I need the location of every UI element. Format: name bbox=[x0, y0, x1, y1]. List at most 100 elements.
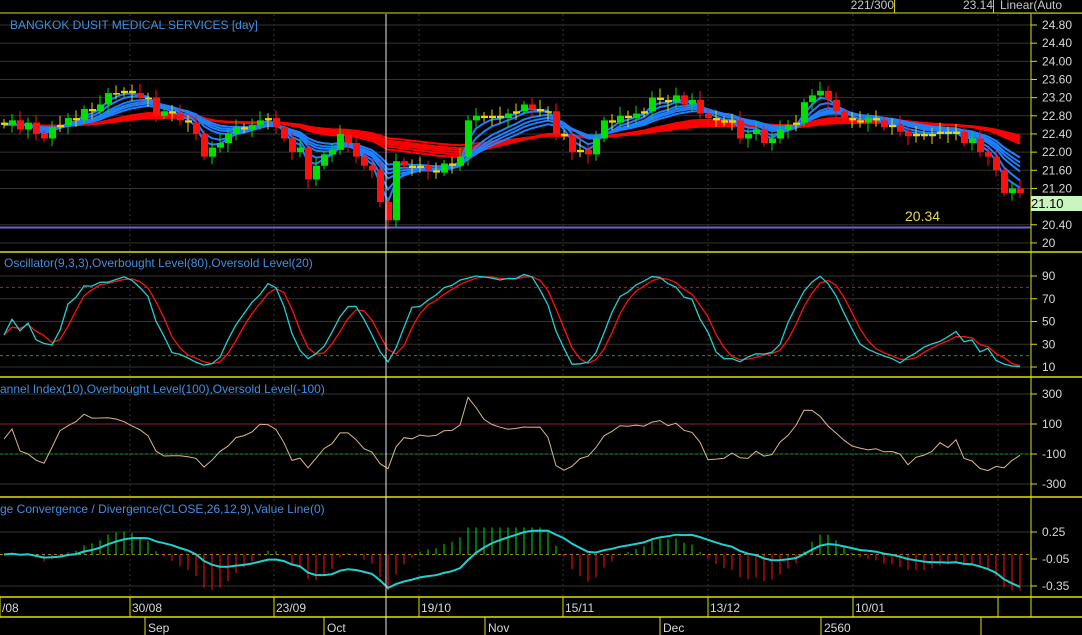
candle-body bbox=[641, 111, 648, 114]
candle-body bbox=[409, 165, 416, 169]
date-label: /08 bbox=[2, 601, 19, 615]
candle-body bbox=[489, 115, 496, 119]
candle-body bbox=[881, 120, 888, 128]
candle-body bbox=[465, 120, 472, 157]
candle-body bbox=[241, 127, 248, 130]
price-tick-label: 23.60 bbox=[1042, 72, 1072, 86]
candle-body bbox=[1, 122, 8, 125]
candle-body bbox=[161, 111, 168, 116]
candle-body bbox=[673, 95, 680, 103]
candle-body bbox=[569, 136, 576, 153]
candle-body bbox=[289, 138, 296, 153]
candle-body bbox=[81, 108, 88, 121]
candle-body bbox=[57, 124, 64, 128]
candle-body bbox=[265, 118, 272, 121]
candle-body bbox=[665, 99, 672, 103]
candle-body bbox=[993, 156, 1000, 171]
stoch-tick-label: 70 bbox=[1042, 292, 1056, 306]
chart-canvas[interactable]: 24.80 24.40 24.00 23.60 23.20 22.80 22.40 22.00… bbox=[0, 0, 1082, 635]
candle-body bbox=[809, 95, 816, 103]
candle-body bbox=[833, 99, 840, 112]
candle-body bbox=[753, 129, 760, 134]
date-label: 13/12 bbox=[710, 601, 740, 615]
macd-panel-title: ge Convergence / Divergence(CLOSE,26,12,… bbox=[0, 502, 325, 516]
candle-body bbox=[329, 149, 336, 155]
stoch-tick-label: 30 bbox=[1042, 337, 1056, 351]
price-tick-label: 21.20 bbox=[1042, 181, 1072, 195]
candle-body bbox=[625, 115, 632, 119]
candle-body bbox=[425, 165, 432, 171]
date-label: 19/10 bbox=[421, 601, 451, 615]
candle-body bbox=[185, 120, 192, 123]
candle-body bbox=[985, 152, 992, 157]
candle-body bbox=[321, 154, 328, 166]
candle-body bbox=[153, 97, 160, 116]
price-tick-label: 23.20 bbox=[1042, 91, 1072, 105]
stoch-panel-title: Oscillator(9,3,3),Overbought Level(80),O… bbox=[4, 256, 313, 270]
candle-body bbox=[921, 133, 928, 137]
candle-body bbox=[761, 129, 768, 144]
candle-body bbox=[969, 138, 976, 144]
candle-body bbox=[249, 124, 256, 130]
date-label: 23/09 bbox=[276, 601, 306, 615]
candle-body bbox=[65, 118, 72, 125]
candle-body bbox=[297, 147, 304, 153]
candle-body bbox=[945, 131, 952, 134]
month-label: Sep bbox=[148, 621, 170, 635]
candle-body bbox=[433, 170, 440, 173]
candle-body bbox=[1017, 188, 1024, 193]
candle-body bbox=[97, 104, 104, 112]
macd-line bbox=[3, 529, 1021, 590]
cci-tick-label: -100 bbox=[1042, 447, 1066, 461]
candle-body bbox=[1009, 188, 1016, 193]
candle-body bbox=[393, 161, 400, 221]
scale-mode-button[interactable]: Linear(Auto bbox=[1000, 0, 1082, 14]
candle-body bbox=[345, 133, 352, 144]
candle-body bbox=[769, 138, 776, 144]
candle-body bbox=[745, 133, 752, 139]
candle-body bbox=[193, 122, 200, 134]
candle-body bbox=[577, 149, 584, 153]
candle-body bbox=[937, 131, 944, 134]
candle-body bbox=[713, 118, 720, 121]
candle-body bbox=[25, 122, 32, 130]
candle-body bbox=[145, 97, 152, 100]
macd-tick-label: -0.05 bbox=[1042, 552, 1070, 566]
date-label: 15/11 bbox=[565, 601, 594, 615]
candle-body bbox=[801, 102, 808, 123]
candle-body bbox=[273, 118, 280, 128]
candle-body bbox=[657, 97, 664, 100]
candle-body bbox=[457, 156, 464, 166]
candle-body bbox=[617, 115, 624, 123]
stoch-k-line bbox=[3, 273, 1021, 368]
candle-body bbox=[817, 90, 824, 96]
candle-body bbox=[897, 124, 904, 132]
candle-body bbox=[497, 115, 504, 119]
candle-body bbox=[89, 108, 96, 112]
month-label: Nov bbox=[488, 621, 509, 635]
candle-body bbox=[777, 129, 784, 139]
candle-body bbox=[513, 111, 520, 114]
cci-tick-label: 100 bbox=[1042, 417, 1062, 431]
candle-body bbox=[361, 156, 368, 166]
candle-body bbox=[313, 165, 320, 180]
candle-body bbox=[169, 111, 176, 114]
candle-body bbox=[689, 99, 696, 105]
candle-body bbox=[737, 120, 744, 139]
candle-body bbox=[545, 111, 552, 113]
macd-tick-label: 0.25 bbox=[1042, 525, 1066, 539]
candle-body bbox=[977, 138, 984, 153]
candle-body bbox=[633, 113, 640, 119]
month-label: Dec bbox=[663, 621, 684, 635]
candle-body bbox=[113, 93, 120, 95]
price-tick-label: 22.80 bbox=[1042, 109, 1072, 123]
candle-body bbox=[129, 90, 136, 94]
candle-body bbox=[649, 97, 656, 112]
candle-body bbox=[473, 115, 480, 121]
candle-body bbox=[561, 133, 568, 137]
price-tick-label: 24.00 bbox=[1042, 54, 1072, 68]
candle-body bbox=[585, 149, 592, 155]
candle-body bbox=[177, 113, 184, 121]
candle-body bbox=[961, 131, 968, 144]
cci-tick-label: 300 bbox=[1042, 387, 1062, 401]
